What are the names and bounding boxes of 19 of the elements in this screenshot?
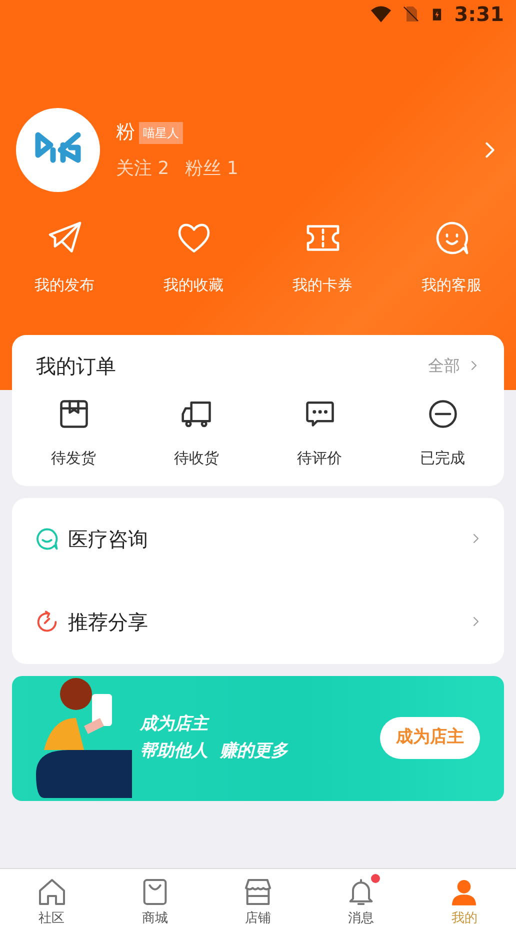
tab-bar-item[interactable]: 社区 — [0, 869, 104, 930]
banner-text: 成为店主 — [140, 712, 210, 736]
user-name: 粉 — [116, 120, 135, 146]
menu-item[interactable]: 推荐分享 — [34, 580, 482, 664]
user-tag: 喵星人 — [139, 122, 183, 144]
storefront-icon — [242, 876, 274, 908]
tab-bar-item[interactable]: 商城 — [103, 869, 206, 930]
order-status-button[interactable]: 待评价 — [297, 397, 342, 470]
section-title: 我的订单 — [36, 353, 116, 380]
wifi-icon — [370, 3, 392, 25]
tab-bar-item[interactable]: 店铺 — [206, 869, 310, 930]
banner-text: 帮助他人 赚的更多 — [140, 740, 290, 763]
status-time: 3:31 — [454, 1, 504, 28]
order-status-button[interactable]: 已完成 — [420, 397, 465, 470]
tab-bar-item[interactable]: 消息 — [310, 869, 413, 930]
order-status-button[interactable]: 待收货 — [174, 397, 219, 470]
chat-bubble-icon — [34, 526, 60, 552]
order-status-button[interactable]: 待发货 — [51, 397, 96, 470]
menu-item[interactable]: 医疗咨询 — [34, 498, 482, 580]
